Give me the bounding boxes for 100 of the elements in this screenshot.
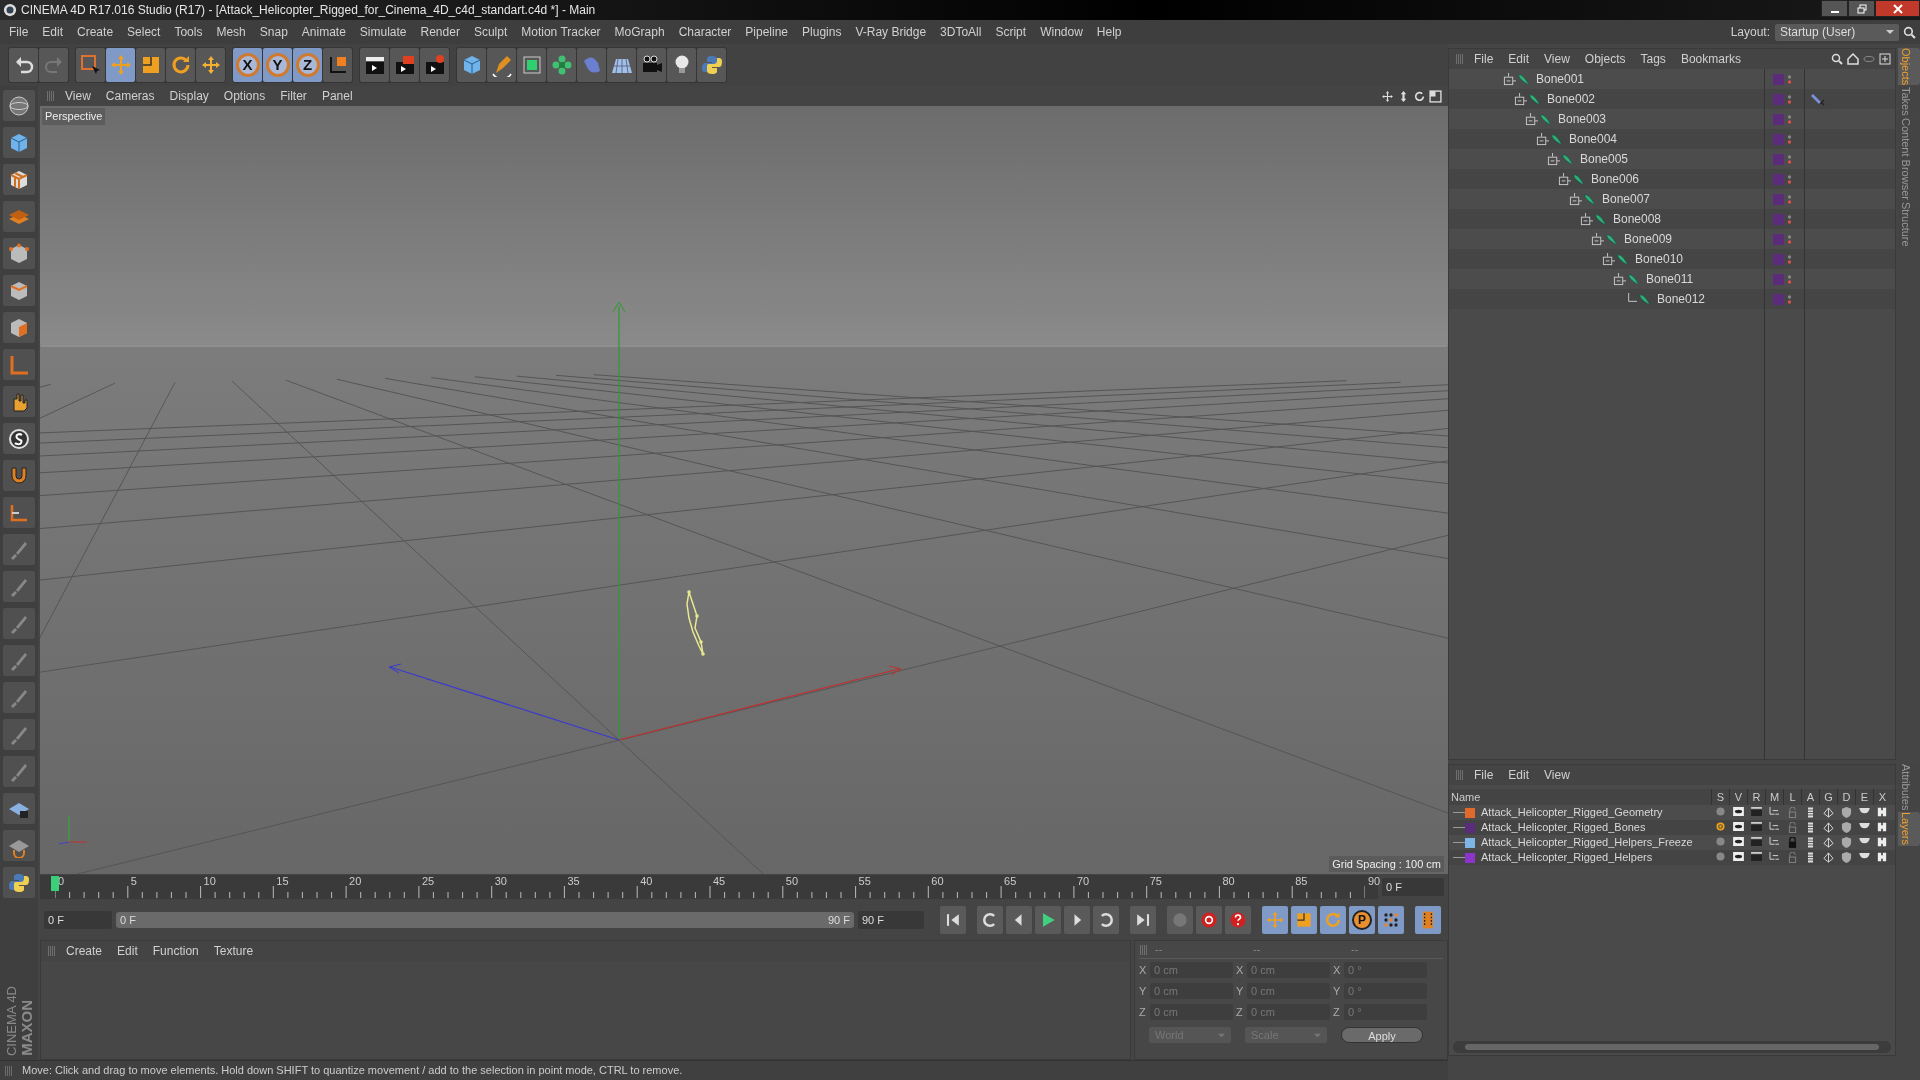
bars-icon[interactable] [1807, 807, 1813, 818]
menu-item[interactable]: Snap [252, 23, 295, 41]
layer-color-swatch[interactable] [1465, 837, 1475, 848]
menu-item[interactable]: Help [1089, 23, 1129, 41]
visibility-dots-icon[interactable] [1787, 172, 1792, 186]
object-name[interactable]: Bone001 [1536, 70, 1585, 88]
playback-button[interactable] [1291, 906, 1317, 934]
playback-button[interactable] [977, 906, 1003, 934]
current-frame-field[interactable]: 0 F [1382, 878, 1444, 896]
collapse-toggle-icon[interactable] [1613, 272, 1626, 286]
move-arrows-icon[interactable] [1381, 89, 1394, 103]
clapperboard-icon[interactable] [1750, 822, 1762, 831]
menu-item[interactable]: Character [671, 23, 739, 41]
visibility-dots-icon[interactable] [1787, 72, 1792, 86]
collapse-toggle-icon[interactable] [1558, 172, 1571, 186]
menu-item[interactable]: Mesh [209, 23, 253, 41]
open-lock-icon[interactable] [1787, 822, 1797, 833]
visibility-dots-icon[interactable] [1787, 152, 1792, 166]
collapse-toggle-icon[interactable] [1602, 252, 1615, 266]
collapse-toggle-icon[interactable] [1591, 232, 1604, 246]
menu-item[interactable]: File [1468, 766, 1500, 784]
tool-button[interactable] [637, 48, 666, 82]
menu-item[interactable]: Tools [167, 23, 210, 41]
menu-item[interactable]: File [1468, 50, 1500, 68]
menu-item[interactable]: Edit [1502, 50, 1536, 68]
collapse-toggle-icon[interactable] [1547, 152, 1560, 166]
visibility-dots-icon[interactable] [1787, 272, 1792, 286]
playback-button[interactable] [1006, 906, 1032, 934]
menu-item[interactable]: Display [163, 87, 215, 105]
collapse-toggle-icon[interactable] [1503, 72, 1516, 86]
menu-item[interactable]: Create [70, 23, 121, 41]
solo-dot-icon[interactable] [1715, 822, 1725, 831]
camera-label[interactable]: Perspective [42, 108, 106, 125]
tool-button[interactable] [323, 48, 352, 82]
collapse-toggle-icon[interactable] [1569, 192, 1582, 206]
object-name[interactable]: Bone009 [1624, 230, 1673, 248]
visibility-dots-icon[interactable] [1787, 292, 1792, 306]
viewport[interactable]: Perspective Grid Spacing : 100 cm [40, 106, 1448, 874]
new-window-icon[interactable] [1879, 53, 1891, 65]
collapse-toggle-icon[interactable] [1536, 132, 1549, 146]
menu-item[interactable]: Select [120, 23, 168, 41]
menu-item[interactable]: Edit [111, 942, 144, 960]
visibility-dots-icon[interactable] [1787, 192, 1792, 206]
bowl-icon[interactable] [1858, 807, 1870, 814]
shield-icon[interactable] [1840, 837, 1852, 848]
playback-button[interactable] [940, 906, 966, 934]
side-tab[interactable]: Objects [1898, 48, 1920, 86]
eye-icon[interactable] [1732, 852, 1744, 861]
layer-name[interactable]: Attack_Helicopter_Rigged_Helpers_Freeze [1481, 834, 1693, 851]
layer-color-swatch[interactable] [1465, 822, 1475, 833]
menu-item[interactable]: Render [413, 23, 467, 41]
column-header[interactable]: Name [1449, 788, 1711, 806]
menu-item[interactable]: Animate [294, 23, 353, 41]
object-name[interactable]: Bone006 [1591, 170, 1640, 188]
layer-name[interactable]: Attack_Helicopter_Rigged_Bones [1481, 819, 1646, 836]
horizontal-scrollbar[interactable] [1465, 1044, 1879, 1050]
menu-item[interactable]: Plugins [795, 23, 849, 41]
tool-button[interactable] [3, 164, 35, 195]
tag-icon[interactable] [1811, 92, 1825, 106]
pyramid-icon[interactable] [1822, 852, 1834, 863]
menu-item[interactable]: View [1538, 50, 1576, 68]
object-name[interactable]: Bone004 [1569, 130, 1618, 148]
hierarchy-icon[interactable] [1768, 807, 1780, 816]
object-name[interactable]: Bone005 [1580, 150, 1629, 168]
layout-dropdown[interactable]: Startup (User) [1775, 23, 1899, 41]
end-frame-field[interactable]: 90 F [858, 911, 924, 929]
bowl-icon[interactable] [1858, 822, 1870, 829]
menu-item[interactable]: Edit [1502, 766, 1536, 784]
rotate-icon[interactable] [1413, 89, 1426, 103]
puzzle-icon[interactable] [1877, 807, 1887, 817]
pyramid-icon[interactable] [1822, 807, 1834, 818]
playback-button[interactable] [1064, 906, 1090, 934]
playback-button[interactable] [1225, 906, 1251, 934]
shield-icon[interactable] [1840, 822, 1852, 833]
menu-item[interactable]: Panel [315, 87, 359, 105]
object-name[interactable]: Bone002 [1547, 90, 1596, 108]
puzzle-icon[interactable] [1877, 852, 1887, 862]
eye-icon[interactable] [1732, 822, 1744, 831]
menu-item[interactable]: Edit [35, 23, 71, 41]
menu-item[interactable]: Texture [207, 942, 260, 960]
bowl-icon[interactable] [1858, 852, 1870, 859]
menu-item[interactable]: V-Ray Bridge [848, 23, 934, 41]
menu-item[interactable]: Tags [1634, 50, 1672, 68]
maximize-icon[interactable] [1429, 89, 1442, 103]
puzzle-icon[interactable] [1877, 837, 1887, 847]
visibility-dots-icon[interactable] [1787, 112, 1792, 126]
layer-row[interactable]: Attack_Helicopter_Rigged_Bones [1449, 820, 1895, 835]
playback-button[interactable] [1196, 906, 1222, 934]
bars-icon[interactable] [1807, 822, 1813, 833]
menu-item[interactable]: Motion Tracker [514, 23, 608, 41]
layer-color-swatch[interactable] [1465, 807, 1475, 818]
visibility-dots-icon[interactable] [1787, 92, 1792, 106]
hierarchy-icon[interactable] [1768, 837, 1780, 846]
collapse-toggle-icon[interactable] [1514, 92, 1527, 106]
menu-item[interactable]: Cameras [99, 87, 161, 105]
tool-button[interactable] [3, 793, 35, 824]
pyramid-icon[interactable] [1822, 822, 1834, 833]
puzzle-icon[interactable] [1877, 822, 1887, 832]
visibility-dots-icon[interactable] [1787, 212, 1792, 226]
menu-item[interactable]: Bookmarks [1674, 50, 1747, 68]
